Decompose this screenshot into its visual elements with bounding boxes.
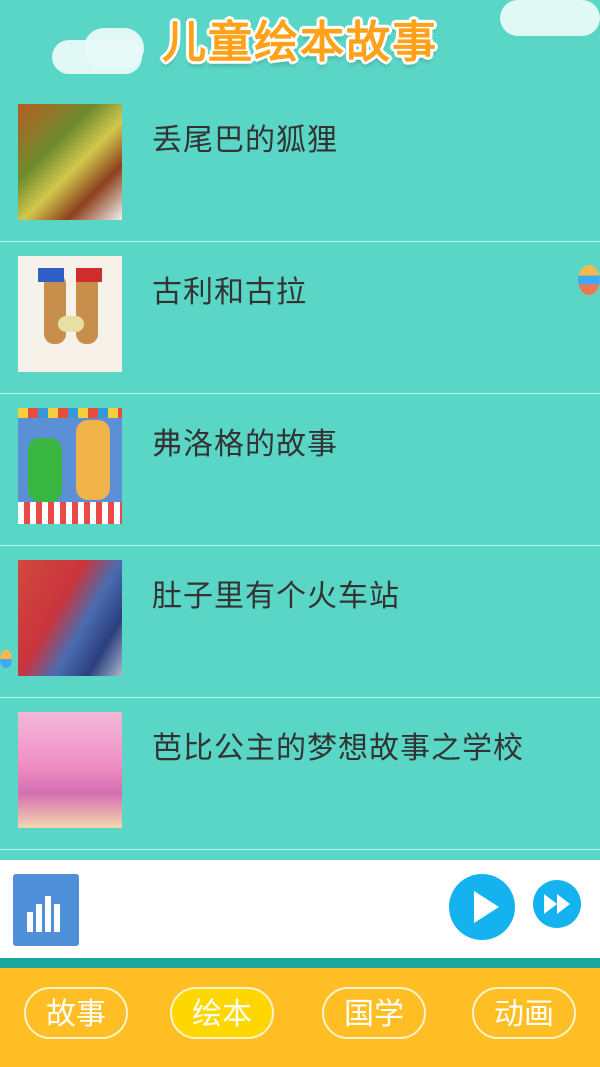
play-button[interactable] (449, 874, 515, 940)
item-title: 丢尾巴的狐狸 (152, 123, 338, 158)
fast-forward-icon (544, 894, 570, 914)
tab-animation[interactable]: 动画 (472, 987, 576, 1039)
list-item[interactable]: 芭比公主的梦想故事之学校 (0, 698, 600, 850)
bottom-tab-bar: 故事 绘本 国学 动画 (0, 968, 600, 1067)
page-title: 儿童绘本故事 (162, 17, 438, 68)
list-item[interactable]: 弗洛格的故事 (0, 394, 600, 546)
item-title: 芭比公主的梦想故事之学校 (152, 731, 524, 766)
audio-player (0, 860, 600, 958)
book-cover-image (18, 560, 122, 676)
play-icon (474, 891, 499, 923)
item-title: 古利和古拉 (152, 275, 307, 310)
book-cover-image (18, 408, 122, 524)
header: 儿童绘本故事 (0, 0, 600, 90)
item-title: 肚子里有个火车站 (152, 579, 400, 614)
book-cover-image (18, 104, 122, 220)
equalizer-icon (27, 896, 60, 932)
balloon-icon (578, 265, 600, 295)
tab-stories[interactable]: 故事 (24, 987, 128, 1039)
item-title: 弗洛格的故事 (152, 427, 338, 462)
story-list[interactable]: 丢尾巴的狐狸 古利和古拉 弗洛格的故事 肚子里有个火车站 芭比公主的梦想故事之学… (0, 90, 600, 855)
balloon-icon (0, 650, 12, 668)
book-cover-image (18, 712, 122, 828)
list-item[interactable]: 丢尾巴的狐狸 (0, 90, 600, 242)
equalizer-button[interactable] (13, 874, 79, 946)
fast-forward-button[interactable] (533, 880, 581, 928)
divider (0, 958, 600, 968)
list-item[interactable]: 古利和古拉 (0, 242, 600, 394)
tab-picture-books[interactable]: 绘本 (170, 987, 274, 1039)
book-cover-image (18, 256, 122, 372)
tab-chinese-classics[interactable]: 国学 (322, 987, 426, 1039)
list-item[interactable]: 肚子里有个火车站 (0, 546, 600, 698)
